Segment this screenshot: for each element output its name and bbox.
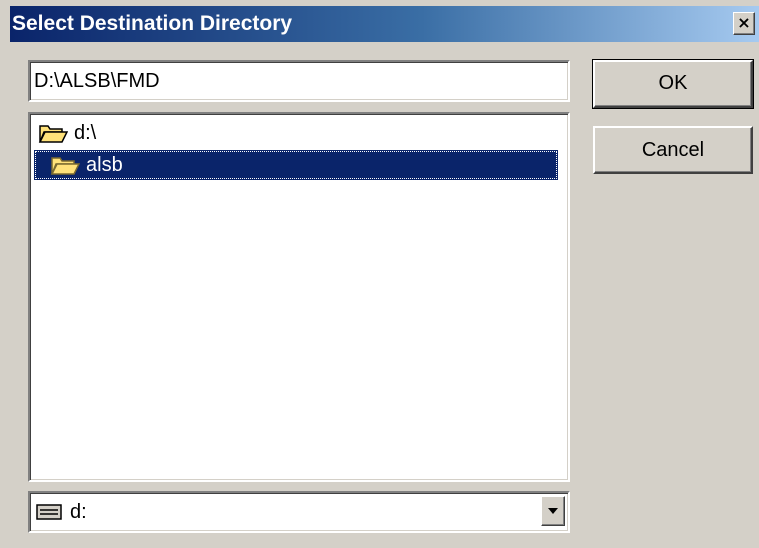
path-input[interactable] — [34, 68, 554, 94]
chevron-down-icon — [548, 508, 558, 514]
title-bar[interactable]: Select Destination Directory × — [10, 6, 759, 42]
cancel-button[interactable]: Cancel — [593, 126, 753, 174]
directory-tree[interactable]: d:\ alsb — [28, 112, 570, 482]
dropdown-button[interactable] — [541, 496, 565, 526]
close-icon: × — [737, 13, 751, 32]
open-folder-icon — [50, 157, 80, 175]
path-field[interactable] — [28, 60, 570, 102]
drive-select-value: d: — [70, 501, 87, 523]
drive-icon — [36, 504, 62, 520]
window-title: Select Destination Directory — [12, 12, 293, 35]
ok-button[interactable]: OK — [592, 59, 754, 109]
open-folder-icon — [38, 125, 68, 143]
tree-item-label: alsb — [86, 153, 123, 176]
select-directory-dialog: Select Destination Directory × d:\ alsb — [0, 0, 759, 548]
tree-item-alsb[interactable]: alsb — [34, 150, 558, 180]
tree-item-label: d:\ — [74, 121, 97, 144]
close-button[interactable]: × — [733, 12, 755, 35]
drive-select[interactable]: d: — [28, 491, 570, 533]
tree-item-root[interactable]: d:\ — [34, 118, 234, 148]
